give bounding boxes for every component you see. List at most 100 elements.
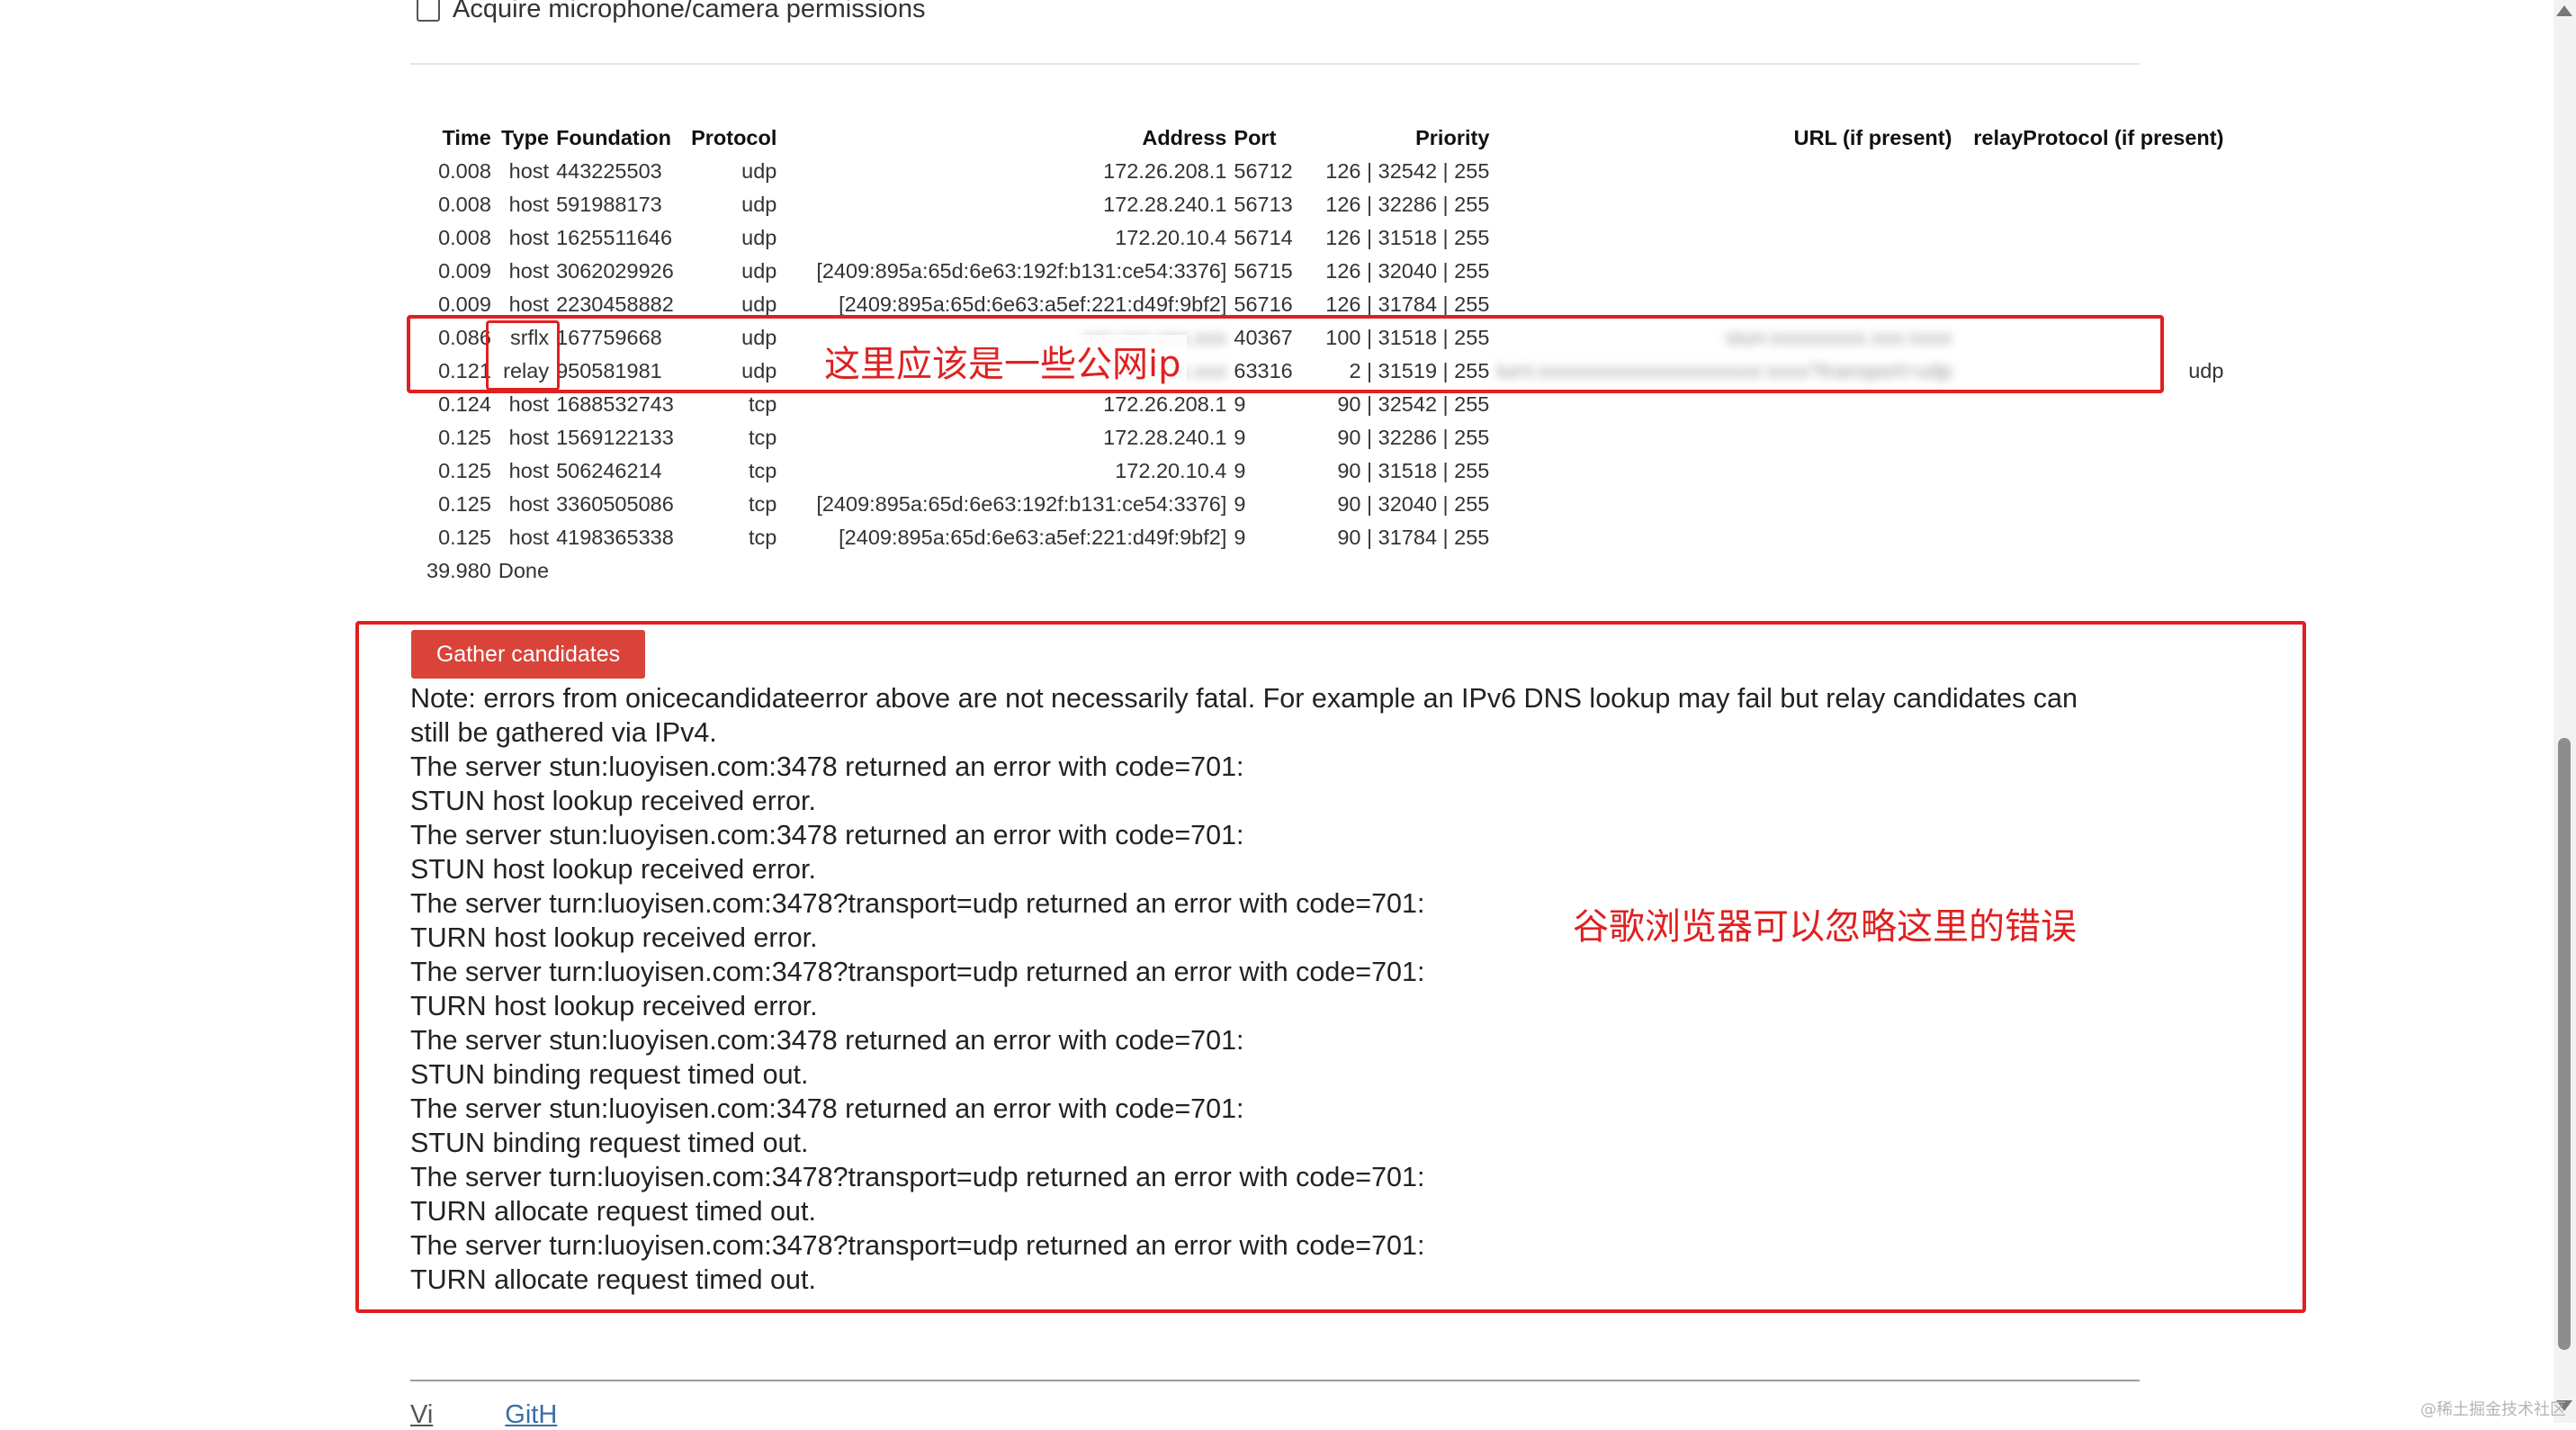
cell-address bbox=[780, 554, 1230, 588]
log-line: TURN host lookup received error. bbox=[410, 991, 818, 1021]
cell-protocol bbox=[687, 554, 780, 588]
cell-time: 0.125 bbox=[438, 459, 491, 482]
cell-foundation: 1569122133 bbox=[556, 426, 674, 449]
cell-type: Done bbox=[498, 559, 550, 582]
col-protocol: Protocol bbox=[691, 125, 777, 149]
permissions-checkbox[interactable] bbox=[417, 0, 440, 22]
footer-link-1[interactable]: Vi bbox=[410, 1400, 433, 1430]
cell-type: host bbox=[508, 526, 550, 549]
table-header-row: Time Type Foundation Protocol Address Po… bbox=[423, 121, 2227, 155]
cell-time: 0.125 bbox=[438, 492, 491, 516]
cell-priority bbox=[1304, 554, 1493, 588]
scrollbar-thumb[interactable] bbox=[2558, 738, 2571, 1350]
cell-port: 9 bbox=[1234, 526, 1246, 549]
cell-url bbox=[1493, 255, 1955, 288]
cell-priority: 90 | 31784 | 255 bbox=[1337, 526, 1490, 549]
cell-type: host bbox=[508, 459, 550, 482]
cell-port: 56715 bbox=[1234, 259, 1293, 283]
footer-link-2[interactable]: GitH bbox=[505, 1400, 557, 1430]
cell-foundation: 506246214 bbox=[556, 459, 662, 482]
log-line: The server stun:luoyisen.com:3478 return… bbox=[410, 1025, 1244, 1056]
cell-time: 39.980 bbox=[426, 559, 491, 582]
log-line: STUN host lookup received error. bbox=[410, 854, 816, 885]
cell-relay-protocol bbox=[1955, 188, 2227, 221]
col-time: Time bbox=[442, 125, 491, 149]
cell-url bbox=[1493, 521, 1955, 554]
col-address: Address bbox=[1142, 125, 1227, 149]
cell-priority: 126 | 32542 | 255 bbox=[1325, 159, 1490, 183]
cell-port: 56712 bbox=[1234, 159, 1293, 183]
cell-port: 9 bbox=[1234, 459, 1246, 482]
log-line: The server turn:luoyisen.com:3478?transp… bbox=[410, 957, 1425, 987]
col-port: Port bbox=[1234, 125, 1277, 149]
cell-address: 172.20.10.4 bbox=[1115, 226, 1227, 249]
cell-url bbox=[1493, 155, 1955, 188]
permissions-label: Acquire microphone/camera permissions bbox=[453, 0, 926, 23]
cell-protocol: udp bbox=[741, 226, 777, 249]
cell-port: 9 bbox=[1234, 426, 1246, 449]
cell-relay-protocol bbox=[1955, 421, 2227, 454]
gather-candidates-button[interactable]: Gather candidates bbox=[411, 630, 645, 679]
col-url: URL (if present) bbox=[1793, 125, 1952, 149]
log-line: The server stun:luoyisen.com:3478 return… bbox=[410, 751, 1244, 782]
cell-time: 0.008 bbox=[438, 226, 491, 249]
log-line: Note: errors from onicecandidateerror ab… bbox=[410, 683, 2078, 714]
cell-url bbox=[1493, 188, 1955, 221]
cell-address: [2409:895a:65d:6e63:192f:b131:ce54:3376] bbox=[816, 259, 1227, 283]
table-row: 39.980 Done bbox=[423, 554, 2227, 588]
cell-priority: 126 | 32040 | 255 bbox=[1325, 259, 1490, 283]
cell-url bbox=[1493, 421, 1955, 454]
cell-time: 0.008 bbox=[438, 193, 491, 216]
table-row: 0.008 host 591988173 udp 172.28.240.1 56713 12… bbox=[423, 188, 2227, 221]
cell-port: 9 bbox=[1234, 492, 1246, 516]
cell-address: 172.28.240.1 bbox=[1103, 426, 1227, 449]
cell-address: [2409:895a:65d:6e63:a5ef:221:d49f:9bf2] bbox=[839, 526, 1227, 549]
table-row: 0.008 host 1625511646 udp 172.20.10.4 56714 12… bbox=[423, 221, 2227, 255]
cell-type: host bbox=[508, 159, 550, 183]
cell-url bbox=[1493, 554, 1955, 588]
table-row: 0.125 host 506246214 tcp 172.20.10.4 9 90 | 31… bbox=[423, 454, 2227, 488]
cell-type: host bbox=[508, 492, 550, 516]
cell-time: 0.008 bbox=[438, 159, 491, 183]
table-row: 0.008 host 443225503 udp 172.26.208.1 56712 12… bbox=[423, 155, 2227, 188]
cell-priority: 126 | 31518 | 255 bbox=[1325, 226, 1490, 249]
cell-relay-protocol bbox=[1955, 554, 2227, 588]
cell-port: 56714 bbox=[1234, 226, 1293, 249]
annotation-public-ip: 这里应该是一些公网ip bbox=[819, 335, 1187, 387]
cell-protocol: tcp bbox=[749, 426, 777, 449]
scroll-up-arrow-icon[interactable] bbox=[2556, 5, 2572, 16]
cell-priority: 90 | 32286 | 255 bbox=[1337, 426, 1490, 449]
cell-time: 0.125 bbox=[438, 526, 491, 549]
cell-time: 0.125 bbox=[438, 426, 491, 449]
log-line: still be gathered via IPv4. bbox=[410, 717, 717, 748]
cell-type: host bbox=[508, 193, 550, 216]
table-row: 0.125 host 1569122133 tcp 172.28.240.1 9 90 | … bbox=[423, 421, 2227, 454]
log-line: The server stun:luoyisen.com:3478 return… bbox=[410, 820, 1244, 850]
table-row: 0.125 host 3360505086 tcp [2409:895a:65d:6e6… bbox=[423, 488, 2227, 521]
log-line: STUN binding request timed out. bbox=[410, 1059, 809, 1090]
cell-protocol: tcp bbox=[749, 526, 777, 549]
cell-address: [2409:895a:65d:6e63:192f:b131:ce54:3376] bbox=[816, 492, 1227, 516]
cell-relay-protocol bbox=[1955, 521, 2227, 554]
annotation-box-type bbox=[486, 320, 560, 391]
log-line: The server turn:luoyisen.com:3478?transp… bbox=[410, 1230, 1425, 1261]
permissions-checkbox-row[interactable]: Acquire microphone/camera permissions bbox=[417, 0, 925, 24]
log-line: STUN host lookup received error. bbox=[410, 786, 816, 816]
table-row: 0.125 host 4198365338 tcp [2409:895a:65d:6e6… bbox=[423, 521, 2227, 554]
cell-foundation bbox=[552, 554, 687, 588]
cell-type: host bbox=[508, 426, 550, 449]
cell-foundation: 591988173 bbox=[556, 193, 662, 216]
cell-type: host bbox=[508, 259, 550, 283]
cell-relay-protocol bbox=[1955, 488, 2227, 521]
cell-address: 172.20.10.4 bbox=[1115, 459, 1227, 482]
cell-type: host bbox=[508, 226, 550, 249]
cell-address: 172.28.240.1 bbox=[1103, 193, 1227, 216]
cell-protocol: tcp bbox=[749, 459, 777, 482]
log-line: TURN allocate request timed out. bbox=[410, 1264, 816, 1295]
cell-port: 56713 bbox=[1234, 193, 1293, 216]
cell-protocol: tcp bbox=[749, 492, 777, 516]
log-line: TURN allocate request timed out. bbox=[410, 1196, 816, 1227]
log-line: The server turn:luoyisen.com:3478?transp… bbox=[410, 1162, 1425, 1192]
cell-relay-protocol bbox=[1955, 221, 2227, 255]
cell-relay-protocol bbox=[1955, 155, 2227, 188]
